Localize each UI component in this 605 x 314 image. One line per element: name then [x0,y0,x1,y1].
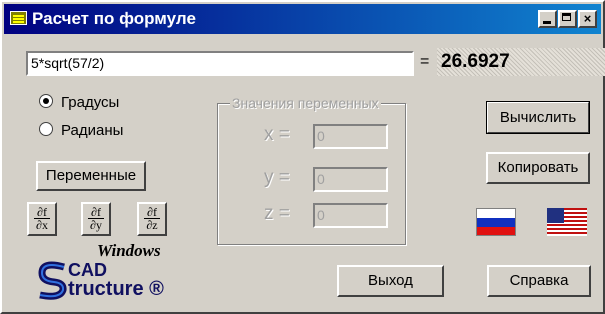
var-y-label: y = [264,167,290,188]
copy-button-label: Копировать [497,159,579,176]
cad-structure-logo: Windows CAD tructure ® [38,241,208,303]
variables-group-legend: Значения переменных [230,95,381,111]
maximize-button[interactable] [558,10,577,28]
derivative-x-denominator: ∂x [36,218,48,232]
us-flag-icon[interactable] [547,208,587,236]
calculator-icon[interactable] [10,11,27,25]
copy-button[interactable]: Копировать [486,152,590,184]
equals-sign: = [420,53,430,70]
russian-flag-icon[interactable] [476,208,516,236]
derivative-y-denominator: ∂y [90,218,102,232]
formula-calculator-window: Расчет по формуле × 5*sqrt(57/2) = 26.69… [0,0,605,314]
derivative-z-denominator: ∂z [146,218,158,232]
var-z-field[interactable]: 0 [313,203,388,228]
radio-radians[interactable]: Радианы [39,122,123,139]
result-display: 26.6927 [437,48,605,76]
calculate-button[interactable]: Вычислить [486,101,590,134]
radio-dot [39,122,53,136]
radio-degrees-label: Градусы [61,94,120,111]
variables-group: Значения переменных x = 0 y = 0 z = 0 [217,95,406,245]
variables-button-label: Переменные [45,167,137,184]
var-x-field[interactable]: 0 [313,124,388,149]
radio-dot-selected [39,94,53,108]
var-z-label: z = [264,203,290,224]
logo-structure-text: tructure ® [68,278,164,300]
logo-windows-text: Windows [97,241,161,260]
exit-button-label: Выход [368,272,413,289]
help-button-label: Справка [509,272,569,289]
title-bar[interactable]: Расчет по формуле × [4,4,601,34]
derivative-x-button[interactable]: ∂f ∂x [27,202,57,236]
var-y-field[interactable]: 0 [313,167,388,192]
formula-input[interactable]: 5*sqrt(57/2) [26,51,414,76]
radio-radians-label: Радианы [61,122,124,139]
variables-button[interactable]: Переменные [36,161,146,191]
logo-s-mark-icon [38,261,67,300]
minimize-button[interactable] [538,10,557,28]
close-button[interactable]: × [578,10,597,28]
derivative-y-button[interactable]: ∂f ∂y [81,202,111,236]
var-x-label: x = [264,124,290,145]
window-title: Расчет по формуле [32,9,196,28]
calculate-button-label: Вычислить [499,109,577,126]
radio-degrees[interactable]: Градусы [39,94,119,111]
derivative-z-button[interactable]: ∂f ∂z [137,202,167,236]
help-button[interactable]: Справка [487,265,591,297]
exit-button[interactable]: Выход [337,265,444,297]
close-icon: × [583,11,592,26]
logo-cad-text: CAD [68,260,107,280]
